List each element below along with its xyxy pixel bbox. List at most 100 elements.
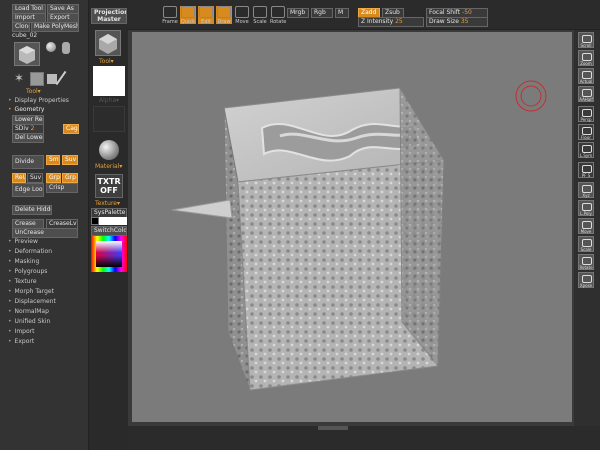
d-grp-label: Grp (65, 174, 76, 181)
reuv-button[interactable]: ReUV (12, 173, 26, 183)
tool-thumbnail[interactable] (14, 42, 40, 66)
menu-morph-target[interactable]: Morph Target (8, 288, 54, 295)
cage-button[interactable]: Cage (63, 124, 79, 134)
d-grp-button[interactable]: Grp (62, 173, 78, 183)
smt-button[interactable]: Smt (46, 155, 60, 165)
pf-label: PF S (581, 173, 591, 178)
floor-button[interactable]: Floor (578, 124, 594, 140)
menu-unified-skin[interactable]: Unified Skin (8, 318, 51, 325)
zoom-label: Zoom (580, 61, 592, 66)
move-tray-icon (582, 221, 592, 229)
del-lower-button[interactable]: Del Lower (12, 133, 44, 143)
scroll-label: Scroll (580, 43, 592, 48)
crisp-button[interactable]: Crisp (46, 183, 78, 193)
bottom-bar (128, 426, 600, 450)
menu-preview[interactable]: Preview (8, 238, 38, 245)
lpoly-button[interactable]: L.Poly (578, 200, 594, 216)
move-button[interactable]: Move (234, 6, 250, 25)
draw-size-slider[interactable]: Draw Size 35 (426, 17, 488, 27)
edit-button[interactable]: Edit (198, 6, 214, 25)
stick-icon[interactable] (55, 70, 67, 86)
scale-tray-button[interactable]: Scale (578, 236, 594, 252)
actual-label: Actual (579, 79, 593, 84)
aahalf-icon (582, 89, 592, 97)
scale-label: Scale (253, 19, 267, 25)
cube-icon[interactable] (30, 72, 44, 86)
menu-displacement[interactable]: Displacement (8, 298, 56, 305)
lsym-label: L.Sym (579, 153, 593, 158)
material-sphere-icon[interactable] (99, 140, 119, 160)
m-button[interactable]: M (335, 8, 349, 18)
menu-polygroups[interactable]: Polygroups (8, 268, 48, 275)
menu-display-properties[interactable]: Display Properties (8, 97, 69, 104)
quick-button[interactable]: Quick (180, 6, 196, 25)
alpha-preview[interactable] (93, 66, 125, 96)
xpose-button[interactable]: Xpose (578, 272, 594, 288)
shelf-palette: Projection Master Tool▾ Alpha▾ Material▾… (88, 0, 128, 450)
rotate-tray-button[interactable]: Rotate (578, 254, 594, 270)
menu-geometry[interactable]: Geometry (8, 106, 45, 113)
actual-button[interactable]: Actual (578, 68, 594, 84)
divide-button[interactable]: Divide (12, 155, 44, 169)
floor-icon (582, 127, 592, 135)
uncrease-button[interactable]: UnCrease (12, 228, 78, 238)
texture-label: Texture▾ (95, 200, 120, 207)
frame-label: Frame (162, 19, 178, 25)
scale-button[interactable]: Scale (252, 6, 268, 25)
lsym-button[interactable]: L.Sym (578, 142, 594, 158)
menu-texture[interactable]: Texture (8, 278, 37, 285)
menu-export[interactable]: Export (8, 338, 35, 345)
tool-preview[interactable] (95, 30, 121, 56)
txtr-off-button[interactable]: TXTR OFF (95, 174, 123, 198)
menu-masking[interactable]: Masking (8, 258, 40, 265)
clone-button[interactable]: Clone (12, 22, 30, 32)
menu-deformation[interactable]: Deformation (8, 248, 52, 255)
pf-button[interactable]: PF S (578, 162, 594, 178)
tool-name: cube_02 (12, 32, 38, 39)
rotate-button[interactable]: Rotate (270, 6, 287, 25)
z-intensity-slider[interactable]: Z Intensity 25 (358, 17, 424, 27)
draw-size-label: Draw Size (429, 18, 459, 25)
delete-hidden-button[interactable]: Delete Hidden (12, 205, 52, 215)
draw-label: Draw (217, 19, 231, 25)
cylinder-icon[interactable] (62, 42, 70, 54)
rotate-label: Rotate (270, 19, 287, 25)
secondary-color-swatch[interactable] (99, 217, 127, 225)
persp-icon (582, 109, 592, 117)
rotate-tray-icon (582, 257, 592, 265)
make-polymesh-button[interactable]: Make PolyMesh3D (31, 22, 79, 32)
rgb-button[interactable]: Rgb (311, 8, 333, 18)
brush-cursor-inner (520, 85, 542, 107)
persp-button[interactable]: Persp (578, 106, 594, 122)
e-grp-label: Grp (49, 174, 60, 181)
frame-button[interactable]: Frame (162, 6, 178, 25)
move-tray-button[interactable]: Move (578, 218, 594, 234)
edit-icon (199, 6, 213, 18)
canvas[interactable] (132, 32, 572, 422)
suv-grp-button[interactable]: Suv (27, 173, 43, 183)
actual-icon (582, 71, 592, 79)
switchcolor-button[interactable]: SwitchColor (91, 226, 127, 236)
star-icon[interactable]: ✶ (14, 72, 24, 84)
sdiv-label: SDiv (15, 125, 29, 132)
projection-master-button[interactable]: Projection Master (91, 8, 127, 24)
mrgb-button[interactable]: Mrgb (287, 8, 309, 18)
color-picker[interactable] (91, 236, 127, 272)
bottom-shelf-toggle[interactable] (318, 426, 348, 430)
menu-import[interactable]: Import (8, 328, 35, 335)
top-toolbar: Frame Quick Edit Draw Move Scale Rotate … (128, 0, 600, 30)
draw-button[interactable]: Draw (216, 6, 232, 25)
pf-icon (582, 165, 592, 173)
scroll-button[interactable]: Scroll (578, 32, 594, 48)
sphere-brush-icon[interactable] (46, 42, 56, 52)
edge-loop-button[interactable]: Edge Loop (12, 183, 44, 197)
e-grp-button[interactable]: Grp (46, 173, 61, 183)
quick-label: Quick (180, 19, 196, 25)
main-color-swatch[interactable] (91, 217, 99, 225)
menu-normalmap[interactable]: NormalMap (8, 308, 49, 315)
xyz-button[interactable]: Xyz (578, 182, 594, 198)
zoom-button[interactable]: Zoom (578, 50, 594, 66)
suv-button[interactable]: Suv (62, 155, 78, 165)
stroke-preview[interactable] (93, 106, 125, 132)
aahalf-button[interactable]: AAHalf (578, 86, 594, 102)
